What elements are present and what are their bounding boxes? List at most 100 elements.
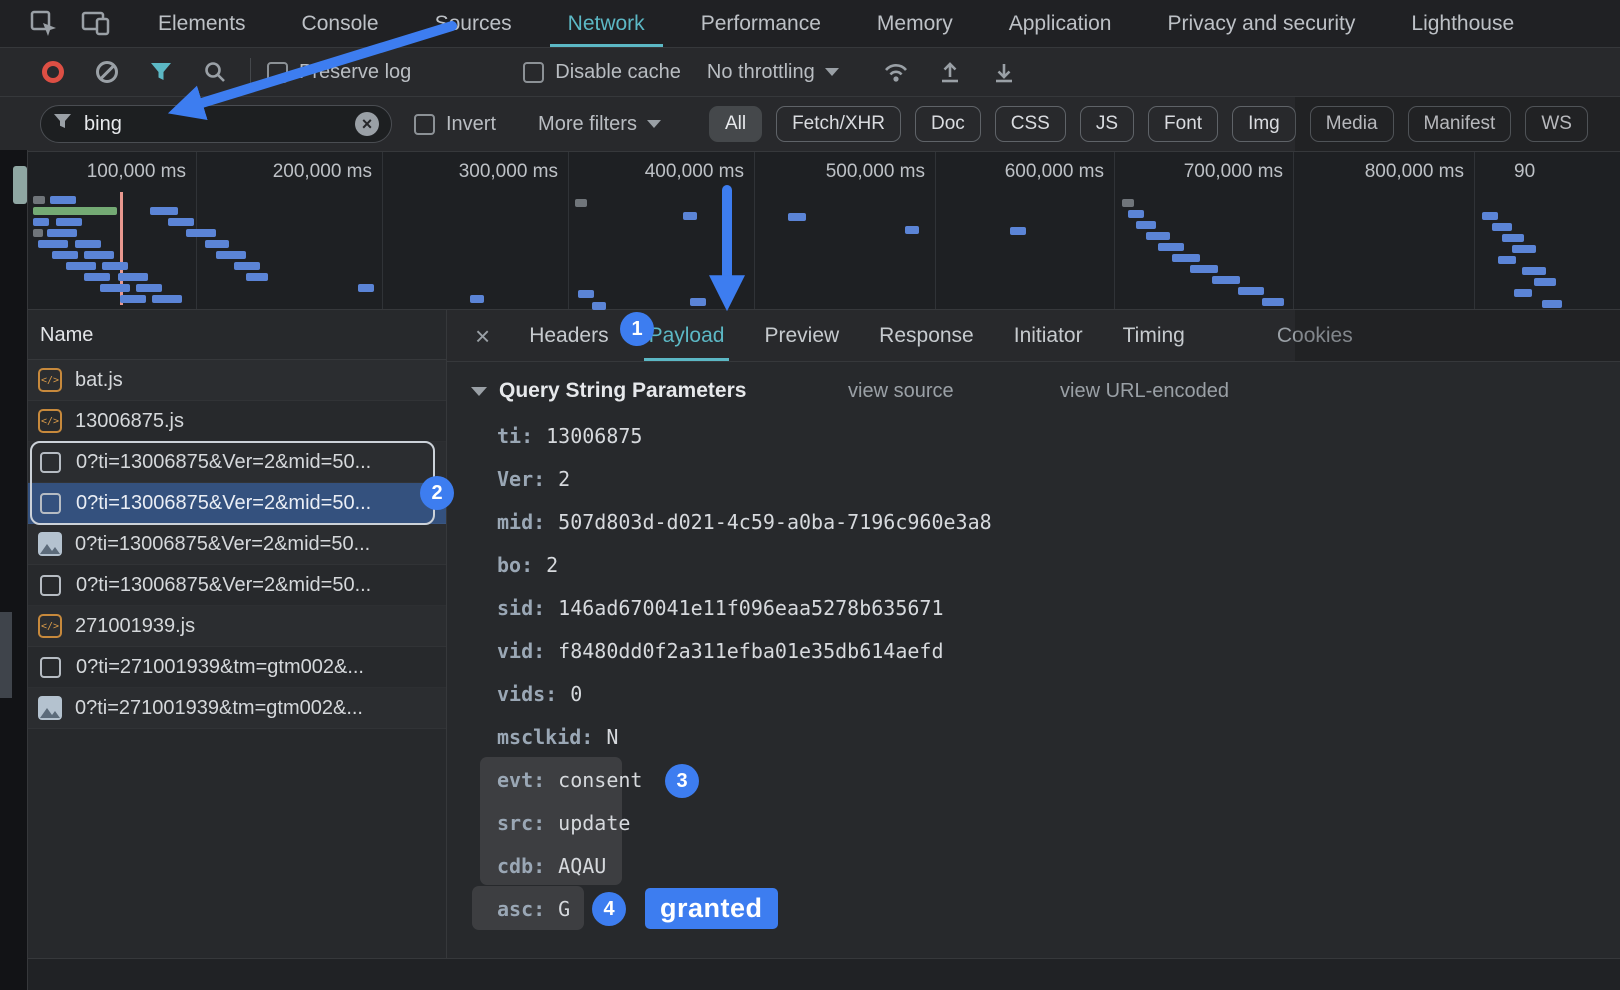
throttling-value: No throttling bbox=[707, 61, 815, 84]
param-value: 2 bbox=[546, 553, 558, 577]
param-row: vids0 bbox=[447, 672, 1620, 715]
param-row: ti13006875 bbox=[447, 414, 1620, 457]
image-icon bbox=[38, 532, 62, 556]
request-row[interactable]: bat.js bbox=[28, 360, 446, 401]
filter-chip-js[interactable]: JS bbox=[1080, 106, 1134, 142]
close-icon[interactable]: × bbox=[475, 323, 490, 349]
tab-cookies[interactable]: Cookies bbox=[1260, 310, 1370, 361]
checkbox-box[interactable] bbox=[267, 62, 288, 83]
tab-performance[interactable]: Performance bbox=[673, 0, 849, 47]
filter-chip-doc[interactable]: Doc bbox=[915, 106, 981, 142]
tab-initiator[interactable]: Initiator bbox=[997, 310, 1100, 361]
request-row[interactable]: 0?ti=13006875&Ver=2&mid=50... bbox=[28, 565, 446, 606]
param-key: Ver bbox=[497, 467, 545, 491]
filter-chip-font[interactable]: Font bbox=[1148, 106, 1218, 142]
request-row[interactable]: 0?ti=271001939&tm=gtm002&... bbox=[28, 647, 446, 688]
tab-console[interactable]: Console bbox=[274, 0, 407, 47]
request-row[interactable]: 13006875.js bbox=[28, 401, 446, 442]
filter-chip-manifest[interactable]: Manifest bbox=[1408, 106, 1512, 142]
param-value: 507d803d-d021-4c59-a0ba-7196c960e3a8 bbox=[558, 510, 991, 534]
disclosure-triangle-icon[interactable] bbox=[471, 387, 487, 396]
waterfall-bar bbox=[118, 273, 148, 281]
filter-chip-fetch-xhr[interactable]: Fetch/XHR bbox=[776, 106, 901, 142]
checkbox-box[interactable] bbox=[523, 62, 544, 83]
query-string-parameters: ti13006875 Ver2 mid507d803d-d021-4c59-a0… bbox=[447, 414, 1620, 930]
waterfall-bar bbox=[592, 302, 606, 310]
tab-timing[interactable]: Timing bbox=[1106, 310, 1202, 361]
more-filters-dropdown[interactable]: More filters bbox=[538, 113, 661, 136]
record-icon[interactable] bbox=[34, 53, 72, 91]
name-column-header[interactable]: Name bbox=[28, 310, 446, 360]
waterfall-bar bbox=[38, 240, 68, 248]
tab-preview[interactable]: Preview bbox=[747, 310, 856, 361]
request-row-selected[interactable]: 0?ti=13006875&Ver=2&mid=50... bbox=[28, 483, 446, 524]
waterfall-bar bbox=[1498, 256, 1516, 264]
filter-chip-media[interactable]: Media bbox=[1310, 106, 1394, 142]
inspect-element-icon[interactable] bbox=[24, 6, 64, 42]
tab-privacy-and-security[interactable]: Privacy and security bbox=[1139, 0, 1383, 47]
invert-checkbox[interactable]: Invert bbox=[414, 113, 496, 136]
disable-cache-checkbox[interactable]: Disable cache bbox=[523, 61, 681, 84]
waterfall-bar bbox=[788, 213, 806, 221]
tab-application[interactable]: Application bbox=[981, 0, 1140, 47]
tab-network[interactable]: Network bbox=[540, 0, 673, 47]
filter-chip-all[interactable]: All bbox=[709, 106, 762, 142]
waterfall-bar bbox=[84, 251, 114, 259]
waterfall-bar bbox=[47, 229, 77, 237]
clear-filter-icon[interactable]: × bbox=[355, 112, 379, 136]
disable-cache-label: Disable cache bbox=[555, 61, 681, 84]
search-icon[interactable] bbox=[196, 53, 234, 91]
waterfall-bar bbox=[100, 284, 130, 292]
payload-section-header: Query String Parameters view source view… bbox=[447, 362, 1620, 420]
view-url-encoded-link[interactable]: view URL-encoded bbox=[1060, 362, 1229, 420]
request-row[interactable]: 271001939.js bbox=[28, 606, 446, 647]
network-toolbar: Preserve log Disable cache No throttling bbox=[0, 48, 1620, 97]
filter-chip-img[interactable]: Img bbox=[1232, 106, 1296, 142]
waterfall-bar bbox=[102, 262, 128, 270]
request-row[interactable]: 0?ti=13006875&Ver=2&mid=50... bbox=[28, 442, 446, 483]
filter-text-field[interactable] bbox=[82, 112, 345, 137]
tab-lighthouse[interactable]: Lighthouse bbox=[1383, 0, 1542, 47]
throttling-select[interactable]: No throttling bbox=[707, 61, 839, 84]
network-filter-input[interactable]: × bbox=[40, 105, 392, 143]
import-har-icon[interactable] bbox=[931, 53, 969, 91]
tab-memory[interactable]: Memory bbox=[849, 0, 981, 47]
network-filter-bar: × Invert More filters All Fetch/XHR Doc … bbox=[0, 97, 1620, 152]
granted-annotation-label: granted bbox=[645, 888, 778, 929]
waterfall-bar bbox=[150, 207, 178, 215]
request-name: 0?ti=13006875&Ver=2&mid=50... bbox=[75, 533, 370, 556]
request-row[interactable]: 0?ti=13006875&Ver=2&mid=50... bbox=[28, 524, 446, 565]
tabbar-tool-icons bbox=[0, 6, 130, 42]
waterfall-bar bbox=[186, 229, 216, 237]
filter-chip-ws[interactable]: WS bbox=[1525, 106, 1588, 142]
checkbox-box[interactable] bbox=[414, 114, 435, 135]
export-har-icon[interactable] bbox=[985, 53, 1023, 91]
device-toolbar-icon[interactable] bbox=[76, 6, 116, 42]
waterfall-bar bbox=[136, 284, 162, 292]
tab-elements[interactable]: Elements bbox=[130, 0, 274, 47]
waterfall-bar bbox=[578, 290, 594, 298]
tab-sources[interactable]: Sources bbox=[407, 0, 540, 47]
filter-icon[interactable] bbox=[142, 53, 180, 91]
request-row[interactable]: 0?ti=271001939&tm=gtm002&... bbox=[28, 688, 446, 729]
param-key: evt bbox=[497, 768, 545, 792]
preserve-log-checkbox[interactable]: Preserve log bbox=[267, 61, 411, 84]
waterfall-bar bbox=[152, 295, 182, 303]
network-overview-timeline[interactable]: 100,000 ms 200,000 ms 300,000 ms 400,000… bbox=[0, 152, 1620, 310]
annotation-badge-4: 4 bbox=[592, 892, 626, 926]
tab-headers[interactable]: Headers bbox=[512, 310, 625, 361]
page-fragment bbox=[13, 166, 27, 204]
waterfall-bar bbox=[1128, 210, 1144, 218]
clear-network-log-icon[interactable] bbox=[88, 53, 126, 91]
waterfall-bar bbox=[1542, 300, 1562, 308]
devtools-tabbar: Elements Console Sources Network Perform… bbox=[0, 0, 1620, 48]
request-rows: bat.js 13006875.js 0?ti=13006875&Ver=2&m… bbox=[28, 360, 446, 729]
request-name: 0?ti=271001939&tm=gtm002&... bbox=[75, 697, 363, 720]
waterfall-bar bbox=[246, 273, 268, 281]
waterfall-bar bbox=[1262, 298, 1284, 306]
network-conditions-icon[interactable] bbox=[877, 53, 915, 91]
tab-response[interactable]: Response bbox=[862, 310, 991, 361]
param-key: src bbox=[497, 811, 545, 835]
view-source-link[interactable]: view source bbox=[848, 362, 954, 420]
filter-chip-css[interactable]: CSS bbox=[995, 106, 1066, 142]
